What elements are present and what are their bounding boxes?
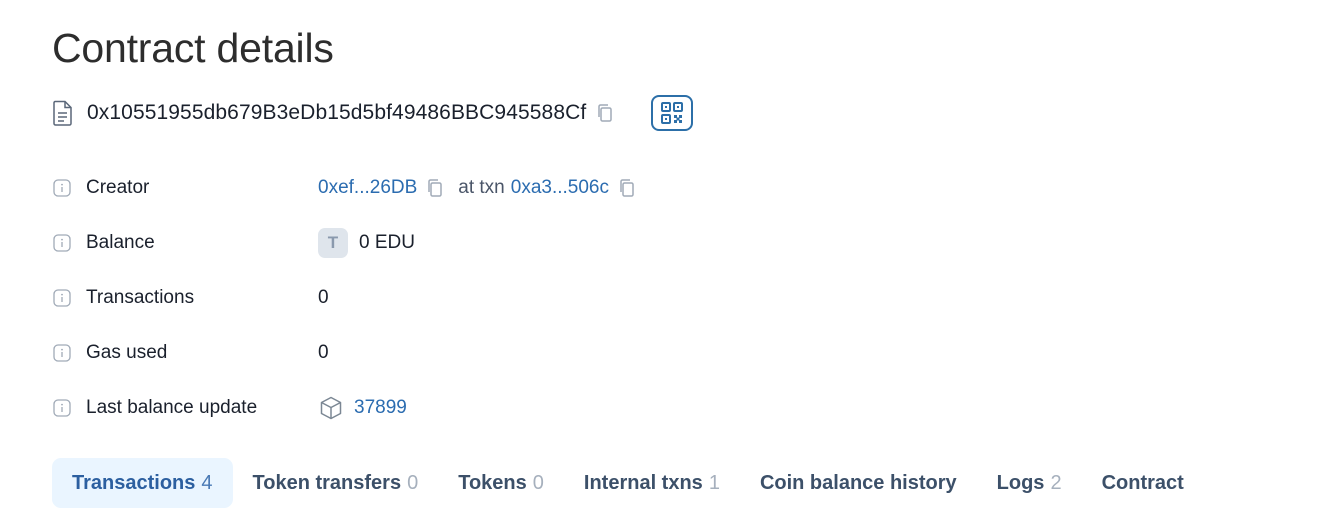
detail-row-transactions: Transactions 0 [52,283,952,313]
tab-internal-txns[interactable]: Internal txns 1 [564,458,740,508]
transactions-value: 0 [318,287,329,308]
tab-label: Contract [1101,471,1184,494]
tab-label: Tokens [458,471,527,494]
tab-coin-balance-history[interactable]: Coin balance history [740,458,977,508]
last-balance-update-label: Last balance update [86,397,258,418]
copy-txn-icon[interactable] [618,178,636,198]
contract-details-page: Contract details 0x10551955db679B3eDb15d… [0,0,1338,531]
tab-contract[interactable]: Contract [1082,458,1204,508]
at-txn-label: at txn [458,177,505,198]
tab-label: Coin balance history [759,471,957,494]
token-avatar: T [318,228,348,258]
tab-label: Internal txns [583,471,703,494]
info-icon[interactable] [52,288,72,308]
address-row: 0x10551955db679B3eDb15d5bf49486BBC945588… [52,94,694,132]
detail-row-creator: Creator 0xef...26DB at txn 0xa3...506c [52,173,952,203]
tab-transactions[interactable]: Transactions 4 [52,458,233,508]
gas-used-label: Gas used [86,342,168,363]
tab-logs[interactable]: Logs 2 [977,458,1082,508]
copy-creator-icon[interactable] [426,178,444,198]
tab-label: Transactions [72,471,196,494]
page-title: Contract details [52,25,334,71]
info-icon[interactable] [52,178,72,198]
copy-address-icon[interactable] [596,103,614,123]
contract-document-icon [52,100,74,126]
gas-used-value: 0 [318,342,329,363]
tab-label: Logs [996,471,1045,494]
block-cube-icon [318,395,344,421]
tab-count: 4 [201,471,213,494]
creator-address-link[interactable]: 0xef...26DB [318,177,417,199]
balance-label: Balance [86,232,155,253]
detail-row-last-balance-update: Last balance update 37899 [52,393,952,423]
qr-code-icon [661,102,684,124]
tab-count: 0 [532,471,544,494]
detail-row-gas-used: Gas used 0 [52,338,952,368]
contract-tabs: Transactions 4 Token transfers 0 Tokens … [52,458,1204,508]
info-icon[interactable] [52,343,72,363]
balance-amount: 0 EDU [359,232,415,253]
transactions-label: Transactions [86,287,195,308]
detail-row-balance: Balance T 0 EDU [52,228,952,258]
tab-count: 1 [708,471,720,494]
creation-txn-link[interactable]: 0xa3...506c [511,177,609,199]
balance-value: T 0 EDU [318,228,415,258]
info-icon[interactable] [52,398,72,418]
contract-address: 0x10551955db679B3eDb15d5bf49486BBC945588… [87,101,587,124]
block-number-link[interactable]: 37899 [354,397,407,419]
tab-token-transfers[interactable]: Token transfers 0 [233,458,439,508]
tab-count: 0 [407,471,419,494]
tab-label: Token transfers [252,471,402,494]
creator-label: Creator [86,177,150,198]
tab-tokens[interactable]: Tokens 0 [438,458,564,508]
last-balance-update-value: 37899 [318,395,407,421]
tab-count: 2 [1050,471,1062,494]
info-icon[interactable] [52,233,72,253]
creator-value: 0xef...26DB at txn 0xa3...506c [318,177,636,199]
qr-code-button[interactable] [651,95,694,131]
